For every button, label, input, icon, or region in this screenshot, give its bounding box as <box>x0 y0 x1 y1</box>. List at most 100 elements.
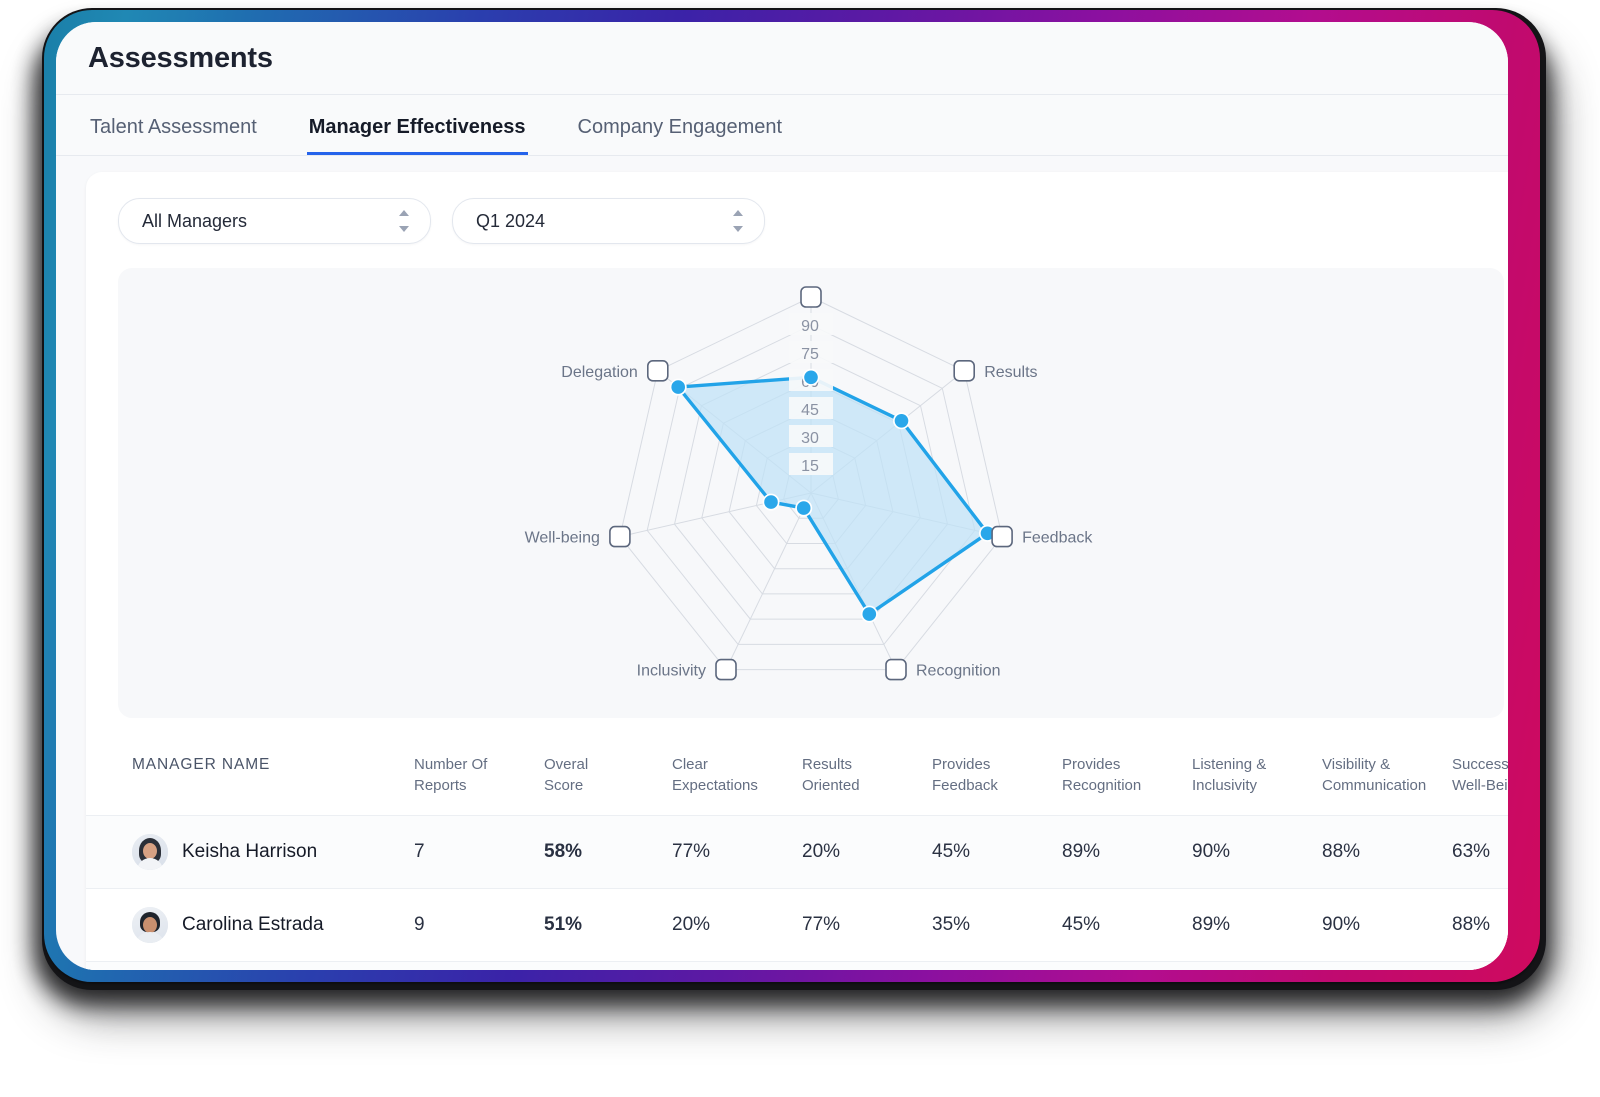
cell-results: 20% <box>796 961 926 970</box>
content-card: All Managers Q1 2024 153045607590Expecta… <box>86 172 1508 970</box>
col-line2: Score <box>544 777 584 795</box>
cell-reports: 7 <box>414 840 425 862</box>
cell-inclusivity: 89% <box>1192 913 1231 935</box>
cell-expectations: 77% <box>666 961 796 970</box>
tab-talent-assessment[interactable]: Talent Assessment <box>88 116 259 155</box>
col-success-wellbeing[interactable]: Success & Well-Being <box>1446 744 1508 815</box>
radar-chart[interactable]: 153045607590ExpectationsResultsFeedbackR… <box>118 268 1504 718</box>
managers-table-wrap: MANAGER NAME Number Of Reports Overal Sc… <box>86 744 1508 970</box>
manager-name-cell[interactable]: Keisha Harrison <box>86 816 408 888</box>
col-line1: Number Of <box>414 756 488 773</box>
manager-scope-value: All Managers <box>142 210 248 231</box>
cell-feedback: 35% <box>932 913 971 935</box>
col-line1: Provides <box>932 756 991 773</box>
radar-data-point[interactable] <box>894 414 909 428</box>
radar-tick-label: 30 <box>801 430 819 447</box>
col-provides-recognition[interactable]: Provides Recognition <box>1056 744 1186 815</box>
axis-label-delegation: Delegation <box>561 364 638 381</box>
app-screen: Assessments Talent Assessment Manager Ef… <box>56 22 1508 970</box>
cell-reports: 2 <box>408 961 538 970</box>
axis-label-well-being: Well-being <box>525 530 600 547</box>
col-line2: Well-Being <box>1452 777 1508 795</box>
manager-name-label: Keisha Harrison <box>182 840 318 862</box>
page-title: Assessments <box>88 41 273 74</box>
radar-chart-panel: 153045607590ExpectationsResultsFeedbackR… <box>118 268 1504 718</box>
radar-tick-label: 15 <box>801 458 819 475</box>
col-manager-name[interactable]: MANAGER NAME <box>86 744 408 815</box>
manager-scope-select[interactable]: All Managers <box>118 198 431 244</box>
cell-recognition: 89% <box>1056 961 1186 970</box>
stepper-icon[interactable] <box>398 210 410 232</box>
cell-inclusivity: 90% <box>1192 840 1231 862</box>
period-select[interactable]: Q1 2024 <box>452 198 765 244</box>
table-row[interactable]: Keisha Harrison 7 58% 77% 20% 45% 89% 90% 88% 63%… <box>86 815 1508 889</box>
cell-results: 77% <box>802 913 841 935</box>
cell-feedback: 45% <box>932 840 971 862</box>
cell-feedback: 45% <box>926 961 1056 970</box>
col-line2: Oriented <box>802 777 860 795</box>
cell-communication: 88% <box>1322 840 1361 862</box>
filter-bar: All Managers Q1 2024 <box>86 198 1508 244</box>
managers-table: MANAGER NAME Number Of Reports Overal Sc… <box>86 744 1508 970</box>
radar-data-point[interactable] <box>804 370 818 385</box>
cell-expectations: 77% <box>672 840 711 862</box>
col-listening-inclusivity[interactable]: Listening & Inclusivity <box>1186 744 1316 815</box>
axis-handle-expectations[interactable] <box>800 286 822 308</box>
avatar <box>132 833 168 870</box>
col-line1: Overal <box>544 756 589 773</box>
col-number-of-reports[interactable]: Number Of Reports <box>408 744 538 815</box>
cell-inclusivity: 90% <box>1186 961 1316 970</box>
axis-label-inclusivity: Inclusivity <box>637 663 706 680</box>
tab-bar: Talent Assessment Manager Effectiveness … <box>56 94 1508 156</box>
col-overall-score[interactable]: Overal Score <box>538 744 666 815</box>
axis-label-results: Results <box>984 364 1037 381</box>
radar-data-point[interactable] <box>671 380 685 394</box>
table-body: Keisha Harrison 7 58% 77% 20% 45% 89% 90% 88% 63%… <box>86 815 1508 970</box>
table-header-row: MANAGER NAME Number Of Reports Overal Sc… <box>86 744 1508 815</box>
axis-handle-results[interactable] <box>953 360 976 382</box>
col-line1: Results <box>802 756 853 773</box>
axis-handle-well-being[interactable] <box>609 525 631 548</box>
radar-data-point[interactable] <box>862 607 877 621</box>
table-row[interactable]: Carolina Estrada 9 51% 20% 77% 35% 45% 89% 90% 88… <box>86 888 1508 962</box>
col-line1: Listening & <box>1192 756 1267 773</box>
screenshot-stage: Assessments Talent Assessment Manager Ef… <box>0 0 1600 1097</box>
tab-company-engagement[interactable]: Company Engagement <box>576 116 785 155</box>
manager-name-label: Carolina Estrada <box>182 913 324 935</box>
cell-expectations: 20% <box>672 913 711 935</box>
radar-data-point[interactable] <box>796 501 811 515</box>
radar-spoke <box>725 492 812 670</box>
table-row[interactable]: Derek Hart283%77%20%45%89%90%88%63%92% <box>86 961 1508 970</box>
col-line1: Visibility & <box>1322 756 1391 773</box>
col-line2: Reports <box>414 777 467 795</box>
cell-overall: 58% <box>544 840 583 862</box>
cell-results: 20% <box>802 840 841 862</box>
cell-reports: 9 <box>414 913 425 935</box>
col-line1: Provides <box>1062 756 1121 773</box>
axis-handle-recognition[interactable] <box>885 658 907 681</box>
cell-communication: 88% <box>1316 961 1446 970</box>
manager-name-cell[interactable]: Derek Hart <box>86 962 408 970</box>
stepper-icon[interactable] <box>732 210 744 232</box>
cell-overall: 83% <box>538 961 666 970</box>
table-header: MANAGER NAME Number Of Reports Overal Sc… <box>86 744 1508 815</box>
col-line2: Expectations <box>672 777 758 795</box>
col-line2: Communication <box>1322 777 1427 795</box>
axis-handle-feedback[interactable] <box>991 525 1013 548</box>
axis-handle-inclusivity[interactable] <box>715 658 737 681</box>
manager-name-cell[interactable]: Carolina Estrada <box>86 889 408 961</box>
radar-data-point[interactable] <box>764 495 778 509</box>
avatar <box>132 906 168 943</box>
col-line1: Success & <box>1452 756 1508 773</box>
cell-recognition: 45% <box>1062 913 1101 935</box>
axis-handle-delegation[interactable] <box>646 360 669 382</box>
radar-tick-label: 75 <box>801 346 819 363</box>
cell-recognition: 89% <box>1062 840 1101 862</box>
col-provides-feedback[interactable]: Provides Feedback <box>926 744 1056 815</box>
col-line2: Recognition <box>1062 777 1142 795</box>
col-results-oriented[interactable]: Results Oriented <box>796 744 926 815</box>
tab-manager-effectiveness[interactable]: Manager Effectiveness <box>306 116 528 155</box>
col-visibility-communication[interactable]: Visibility & Communication <box>1316 744 1446 815</box>
radar-tick-label: 45 <box>801 402 819 419</box>
col-clear-expectations[interactable]: Clear Expectations <box>666 744 796 815</box>
